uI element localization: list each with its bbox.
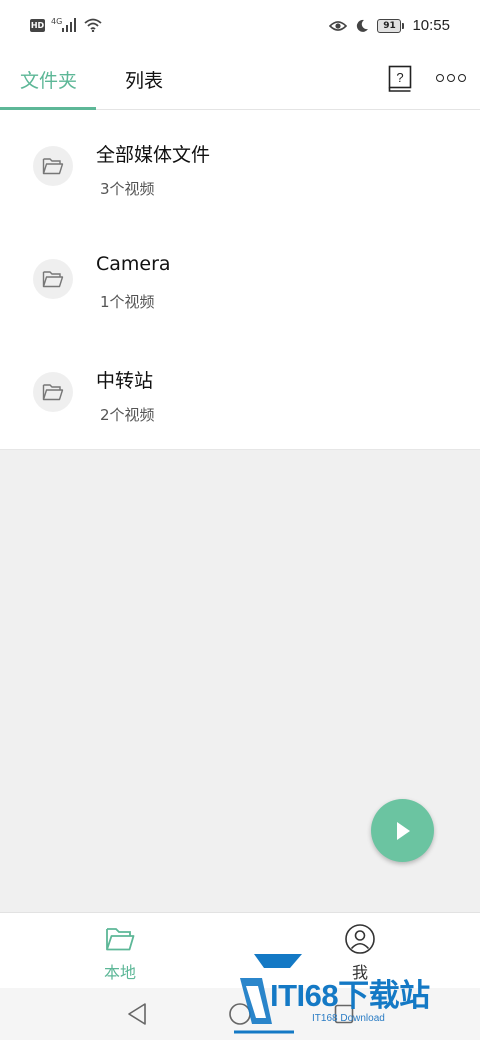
folder-icon-wrap <box>33 146 73 186</box>
folder-count: 1个视频 <box>100 293 155 311</box>
folder-row-transfer[interactable]: 中转站 2个视频 <box>0 336 480 449</box>
more-dot <box>447 74 455 82</box>
help-button[interactable]: ? <box>388 65 412 93</box>
hd-badge: HD <box>30 18 45 32</box>
help-book-icon: ? <box>388 65 412 92</box>
nav-label-local: 本地 <box>103 963 136 982</box>
folder-title: 全部媒体文件 <box>96 144 211 166</box>
nav-item-local[interactable]: 本地 <box>80 923 160 983</box>
watermark-text: ITI68下载站 <box>270 978 430 1013</box>
play-fab-button[interactable] <box>371 799 434 862</box>
back-icon[interactable] <box>126 1002 148 1026</box>
moon-icon <box>357 19 369 32</box>
svg-text:?: ? <box>396 70 403 85</box>
status-right: 91 10:55 <box>329 17 450 34</box>
open-folder-icon <box>42 271 64 288</box>
status-left: HD 4G <box>30 16 102 32</box>
tab-list[interactable]: 列表 <box>125 66 163 96</box>
folder-count: 2个视频 <box>100 406 155 424</box>
tab-bar: 文件夹 列表 ? <box>0 56 480 110</box>
signal-icon <box>62 18 77 32</box>
folder-row-all-media[interactable]: 全部媒体文件 3个视频 <box>0 110 480 223</box>
battery-icon: 91 <box>377 18 405 33</box>
watermark: ITI68下载站 IT168 Download <box>232 948 472 1034</box>
clock: 10:55 <box>412 17 450 34</box>
folder-title: 中转站 <box>96 370 154 392</box>
open-folder-icon <box>42 384 64 401</box>
folder-icon-wrap <box>33 372 73 412</box>
open-folder-icon <box>42 158 64 175</box>
network-type: 4G <box>51 16 63 26</box>
eye-icon <box>329 20 348 31</box>
folder-list: 全部媒体文件 3个视频 Camera 1个视频 中转站 2个视频 <box>0 110 480 450</box>
status-bar: HD 4G 91 10:55 <box>0 0 480 56</box>
tab-folders[interactable]: 文件夹 <box>20 66 77 96</box>
folder-icon <box>106 928 135 951</box>
folder-icon-wrap <box>33 259 73 299</box>
more-button[interactable] <box>436 68 466 88</box>
watermark-subtext: IT168 Download <box>312 1013 385 1024</box>
more-dot <box>436 74 444 82</box>
folder-row-camera[interactable]: Camera 1个视频 <box>0 223 480 336</box>
play-icon <box>396 821 410 840</box>
folder-title: Camera <box>96 253 171 275</box>
folder-count: 3个视频 <box>100 180 155 198</box>
more-dot <box>458 74 466 82</box>
wifi-icon <box>84 18 102 32</box>
battery-level: 91 <box>377 18 402 33</box>
